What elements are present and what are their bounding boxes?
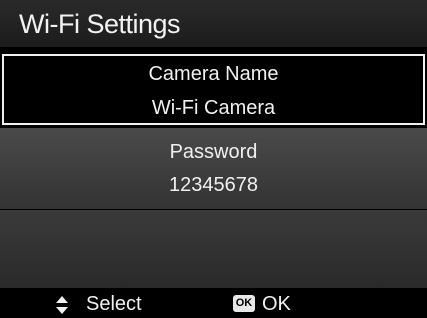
button-hint-bar: Select OK OK — [0, 290, 427, 318]
select-hint-label: Select — [86, 293, 142, 315]
wifi-settings-screen: Wi-Fi Settings Camera Name Wi-Fi Camera … — [0, 0, 427, 318]
menu-item-camera-name[interactable]: Camera Name Wi-Fi Camera — [2, 54, 425, 125]
menu-item-password[interactable]: Password 12345678 — [0, 128, 427, 209]
password-value: 12345678 — [169, 174, 258, 196]
camera-name-value: Wi-Fi Camera — [151, 97, 276, 119]
title-bar: Wi-Fi Settings — [0, 0, 427, 47]
page-title: Wi-Fi Settings — [19, 9, 181, 39]
camera-name-label: Camera Name — [148, 63, 279, 85]
empty-menu-row — [0, 210, 427, 288]
up-down-arrows-icon — [56, 296, 68, 314]
password-label: Password — [169, 141, 258, 163]
ok-hint-label: OK — [262, 293, 291, 315]
ok-button-icon: OK — [233, 295, 255, 312]
